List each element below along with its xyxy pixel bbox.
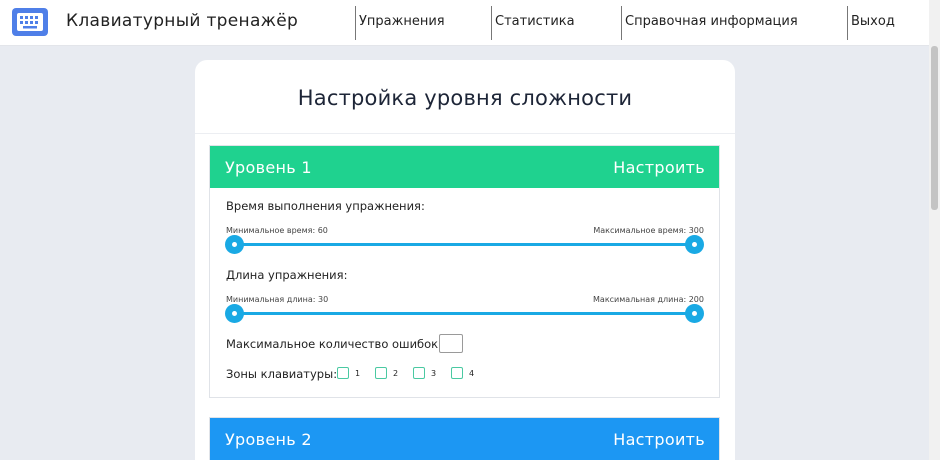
page-title: Настройка уровня сложности [297, 86, 633, 110]
title-divider [195, 133, 735, 134]
level-2-title: Уровень 2 [225, 429, 312, 449]
max-length-label: Максимальная длина: 200 [593, 295, 704, 304]
time-range-slider[interactable] [235, 243, 695, 246]
zone-1-checkbox[interactable]: 1 [337, 367, 360, 379]
top-navigation-bar: Клавиатурный тренажёр Упражнения Статист… [0, 0, 929, 46]
app-title: Клавиатурный тренажёр [66, 11, 299, 31]
length-section-label: Длина упражнения: [226, 268, 348, 282]
zone-number: 1 [355, 368, 361, 378]
level-1-panel: Уровень 1 Настроить Время выполнения упр… [209, 145, 720, 398]
max-errors-label: Максимальное количество ошибок: [226, 337, 442, 351]
level-1-header: Уровень 1 Настроить [210, 146, 719, 188]
length-min-handle[interactable] [225, 304, 244, 323]
level-2-header: Уровень 2 Настроить [210, 418, 719, 460]
zone-2-checkbox[interactable]: 2 [375, 367, 398, 379]
min-time-label: Минимальное время: 60 [226, 226, 328, 235]
nav-item-exercises[interactable]: Упражнения [355, 6, 445, 40]
nav-item-logout[interactable]: Выход [847, 6, 895, 40]
keyboard-icon [12, 8, 48, 36]
checkbox-box[interactable] [375, 367, 387, 379]
difficulty-settings-card: Настройка уровня сложности Уровень 1 Нас… [195, 60, 735, 460]
zone-number: 3 [431, 368, 437, 378]
level-2-panel: Уровень 2 Настроить [209, 417, 720, 460]
length-range-slider[interactable] [235, 312, 695, 315]
level-1-configure-button[interactable]: Настроить [613, 158, 705, 177]
max-errors-input[interactable] [439, 334, 463, 353]
zone-number: 4 [469, 368, 475, 378]
scrollbar-thumb[interactable] [931, 46, 938, 210]
length-max-handle[interactable] [685, 304, 704, 323]
time-max-handle[interactable] [685, 235, 704, 254]
zone-number: 2 [393, 368, 399, 378]
time-min-handle[interactable] [225, 235, 244, 254]
checkbox-box[interactable] [451, 367, 463, 379]
zone-3-checkbox[interactable]: 3 [413, 367, 436, 379]
keyboard-zones-label: Зоны клавиатуры: [226, 367, 338, 381]
page-scrollbar[interactable] [929, 0, 940, 460]
nav-item-reference[interactable]: Справочная информация [621, 6, 798, 40]
min-length-label: Минимальная длина: 30 [226, 295, 329, 304]
level-2-configure-button[interactable]: Настроить [613, 430, 705, 449]
level-1-title: Уровень 1 [225, 157, 312, 177]
checkbox-box[interactable] [413, 367, 425, 379]
max-time-label: Максимальное время: 300 [593, 226, 704, 235]
zone-4-checkbox[interactable]: 4 [451, 367, 474, 379]
checkbox-box[interactable] [337, 367, 349, 379]
time-section-label: Время выполнения упражнения: [226, 199, 425, 213]
nav-item-statistics[interactable]: Статистика [491, 6, 575, 40]
